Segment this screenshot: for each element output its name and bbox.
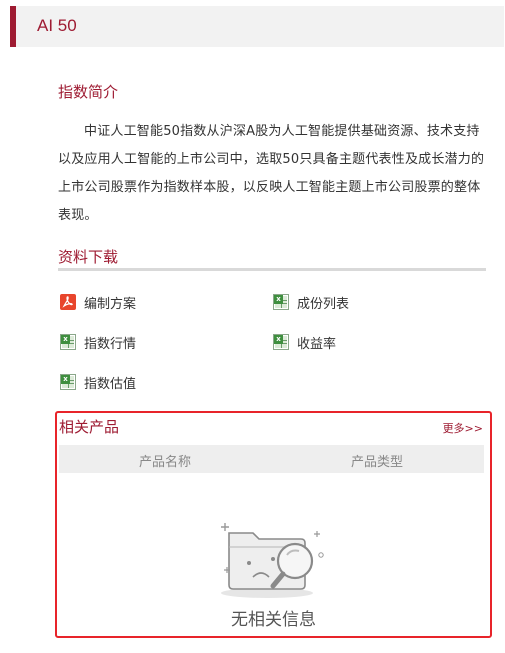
more-link[interactable]: 更多>> — [443, 420, 483, 436]
download-constituents[interactable]: x 成份列表 — [273, 292, 349, 312]
excel-icon: x — [60, 374, 76, 390]
pdf-icon — [60, 294, 76, 310]
intro-heading: 指数简介 — [58, 83, 119, 101]
download-returns[interactable]: x 收益率 — [273, 332, 336, 352]
related-heading: 相关产品 — [59, 418, 120, 436]
downloads-heading: 资料下载 — [58, 248, 119, 266]
column-product-type: 产品类型 — [351, 455, 404, 470]
download-label: 指数估值 — [84, 376, 137, 392]
excel-icon: x — [60, 334, 76, 350]
empty-state-text: 无相关信息 — [231, 610, 316, 630]
related-products-panel: 相关产品 更多>> 产品名称 产品类型 无相关信息 — [55, 411, 492, 638]
column-product-name: 产品名称 — [139, 455, 192, 470]
downloads-divider — [58, 268, 486, 271]
table-header: 产品名称 产品类型 — [59, 445, 484, 473]
intro-text: 中证人工智能50指数从沪深A股为人工智能提供基础资源、技术支持以及应用人工智能的… — [58, 124, 485, 223]
download-methodology[interactable]: 编制方案 — [60, 292, 136, 312]
download-label: 编制方案 — [84, 296, 137, 312]
download-valuation[interactable]: x 指数估值 — [60, 372, 136, 392]
download-label: 指数行情 — [84, 336, 137, 352]
page-header: AI 50 — [10, 6, 504, 47]
excel-icon: x — [273, 294, 289, 310]
empty-folder-search-icon — [217, 511, 329, 605]
download-label: 收益率 — [297, 336, 337, 352]
download-quotes[interactable]: x 指数行情 — [60, 332, 136, 352]
excel-icon: x — [273, 334, 289, 350]
download-label: 成份列表 — [297, 296, 350, 312]
index-title: AI 50 — [37, 16, 77, 35]
